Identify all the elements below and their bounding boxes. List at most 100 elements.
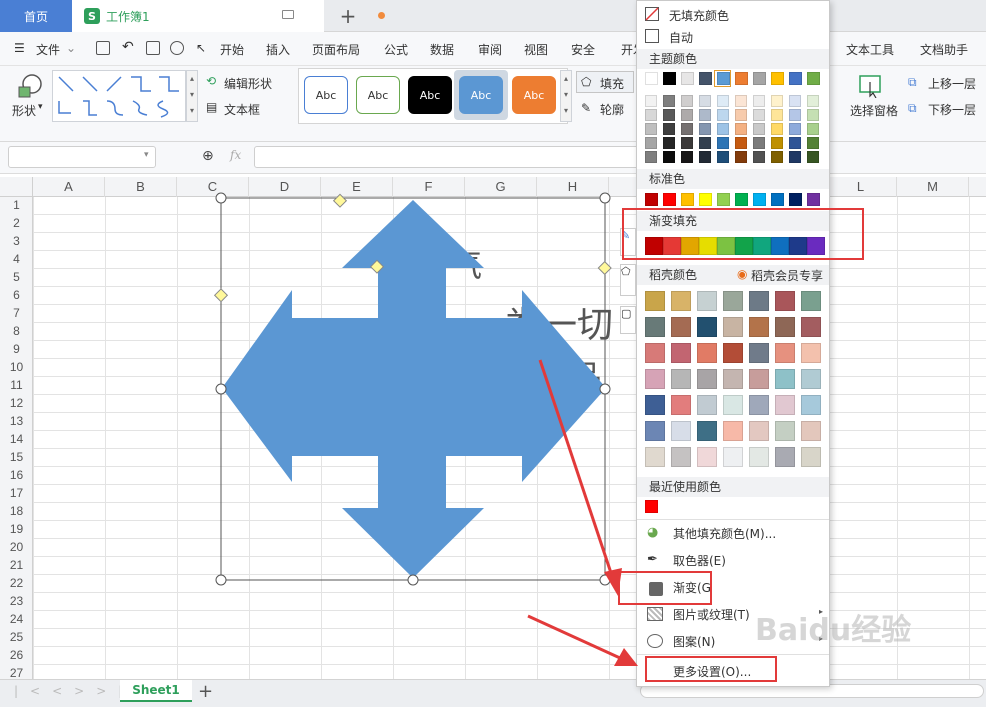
menu-security[interactable]: 安全 [571,41,595,58]
row-header-cell[interactable]: 11 [0,376,33,394]
theme-shade-swatch[interactable] [807,109,819,121]
chevron-down-icon[interactable]: ⌄ [66,41,76,55]
tab-document[interactable]: S 工作簿1 [72,0,385,32]
standard-color-swatch[interactable] [699,193,712,206]
theme-shade-swatch[interactable] [753,95,765,107]
docer-color-swatch[interactable] [671,447,691,467]
docer-color-swatch[interactable] [749,447,769,467]
style-preset-3[interactable]: Abc [408,76,452,114]
shapes-label[interactable]: 形状 [12,102,36,119]
row-header-cell[interactable]: 6 [0,286,33,304]
docer-color-swatch[interactable] [697,447,717,467]
docer-color-swatch[interactable] [723,447,743,467]
new-tab-button[interactable]: + [336,4,360,28]
resize-handle[interactable] [407,574,419,586]
column-header-cell[interactable]: A [33,177,105,197]
menu-view[interactable]: 视图 [524,41,548,58]
docer-color-swatch[interactable] [723,291,743,311]
docer-color-swatch[interactable] [645,317,665,337]
zoom-icon[interactable]: ⊕ [202,148,214,164]
theme-shade-swatch[interactable] [807,95,819,107]
docer-color-swatch[interactable] [697,421,717,441]
theme-color-swatch[interactable] [735,72,748,85]
docer-color-swatch[interactable] [671,317,691,337]
style-preset-1[interactable]: Abc [304,76,348,114]
adjust-handle[interactable] [214,288,229,303]
theme-color-swatch[interactable] [681,72,694,85]
select-all-corner[interactable] [0,177,33,197]
column-header-cell[interactable]: B [105,177,177,197]
theme-color-swatch[interactable] [645,72,658,85]
docer-color-swatch[interactable] [671,291,691,311]
adjust-handle[interactable] [597,260,612,276]
docer-color-swatch[interactable] [801,395,821,415]
theme-shade-swatch[interactable] [771,137,783,149]
theme-shade-swatch[interactable] [789,95,801,107]
selection-pane-icon[interactable] [858,74,884,98]
docer-color-swatch[interactable] [645,291,665,311]
column-header-cell[interactable]: L [825,177,897,197]
adjust-handle[interactable] [332,193,348,208]
standard-color-swatch[interactable] [645,193,658,206]
docer-color-swatch[interactable] [801,343,821,363]
save-icon[interactable] [96,41,110,55]
docer-color-swatch[interactable] [697,343,717,363]
docer-color-swatch[interactable] [749,421,769,441]
theme-color-swatch[interactable] [771,72,784,85]
row-header-cell[interactable]: 19 [0,520,33,538]
row-header-cell[interactable]: 5 [0,268,33,286]
docer-color-swatch[interactable] [749,291,769,311]
theme-shade-swatch[interactable] [735,95,747,107]
add-sheet-button[interactable]: + [198,681,213,702]
docer-color-swatch[interactable] [801,369,821,389]
row-header-cell[interactable]: 13 [0,412,33,430]
docer-color-swatch[interactable] [671,369,691,389]
theme-shade-swatch[interactable] [645,109,657,121]
edit-shape-button[interactable]: 编辑形状 [224,75,272,92]
docer-color-swatch[interactable] [671,421,691,441]
textbox-button[interactable]: 文本框 [224,101,260,118]
row-header-cell[interactable]: 1 [0,196,33,214]
standard-color-swatch[interactable] [753,193,766,206]
theme-shade-swatch[interactable] [753,123,765,135]
theme-shade-swatch[interactable] [717,123,729,135]
selection-pane-button[interactable]: 选择窗格 [850,102,898,119]
theme-shade-swatch[interactable] [717,137,729,149]
theme-shade-swatch[interactable] [699,109,711,121]
theme-shade-swatch[interactable] [735,151,747,163]
row-header-cell[interactable]: 26 [0,646,33,664]
docer-color-swatch[interactable] [801,291,821,311]
standard-color-swatch[interactable] [771,193,784,206]
docer-color-swatch[interactable] [671,395,691,415]
theme-shade-swatch[interactable] [753,137,765,149]
row-header-cell[interactable]: 8 [0,322,33,340]
docer-color-swatch[interactable] [801,421,821,441]
theme-shade-swatch[interactable] [789,137,801,149]
theme-shade-swatch[interactable] [717,109,729,121]
resize-handle[interactable] [215,383,227,395]
theme-shade-swatch[interactable] [681,109,693,121]
theme-shade-swatch[interactable] [753,151,765,163]
docer-color-swatch[interactable] [801,317,821,337]
menu-insert[interactable]: 插入 [266,41,290,58]
menu-home[interactable]: 开始 [220,41,244,58]
sheet-tab-sheet1[interactable]: Sheet1 [120,680,192,702]
docer-color-swatch[interactable] [671,343,691,363]
docer-color-swatch[interactable] [749,369,769,389]
resize-handle[interactable] [599,192,611,204]
theme-shade-swatch[interactable] [681,151,693,163]
auto-option[interactable]: 自动 [669,29,693,46]
theme-shade-swatch[interactable] [789,123,801,135]
docer-color-swatch[interactable] [697,395,717,415]
row-header-cell[interactable]: 2 [0,214,33,232]
row-header-cell[interactable]: 9 [0,340,33,358]
standard-color-swatch[interactable] [735,193,748,206]
row-header-cell[interactable]: 4 [0,250,33,268]
theme-shade-swatch[interactable] [735,137,747,149]
row-header-cell[interactable]: 20 [0,538,33,556]
menu-text-tools[interactable]: 文本工具 [846,41,894,58]
no-fill-option[interactable]: 无填充颜色 [669,7,729,24]
style-preset-5[interactable]: Abc [512,76,556,114]
theme-shade-swatch[interactable] [645,95,657,107]
hamburger-icon[interactable]: ☰ [14,41,25,55]
